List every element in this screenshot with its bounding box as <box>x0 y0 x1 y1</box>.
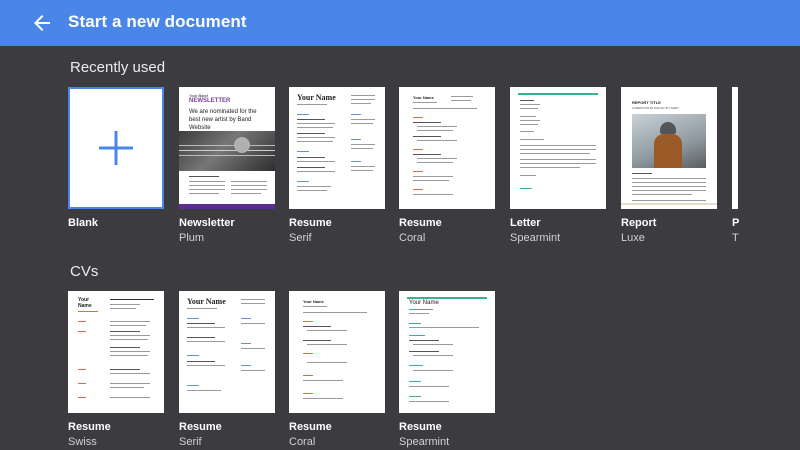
template-variant: Spearmint <box>399 436 450 448</box>
thumb-name: Your Name <box>413 95 434 100</box>
arrow-left-icon[interactable] <box>30 11 54 35</box>
template-name: Resume <box>68 421 111 433</box>
template-variant: Luxe <box>621 232 645 244</box>
thumb-title: REPORT TITLE <box>632 100 661 105</box>
template-thumbnail[interactable]: Your Name <box>399 291 495 413</box>
template-variant: Spearmint <box>510 232 561 244</box>
template-name: Resume <box>399 217 442 229</box>
plus-icon <box>99 131 133 165</box>
template-name: P <box>732 217 740 229</box>
page-title: Start a new document <box>68 12 247 31</box>
template-variant: Coral <box>399 232 426 244</box>
template-variant: T <box>732 232 739 244</box>
template-thumbnail[interactable]: Your Name <box>179 291 275 413</box>
template-variant: Coral <box>289 436 316 448</box>
thumb-name: Your Name <box>297 93 336 102</box>
section-heading-recent: Recently used <box>70 59 166 76</box>
template-variant: Plum <box>179 232 205 244</box>
template-name: Blank <box>68 217 98 229</box>
template-card-partial[interactable]: P T <box>732 87 800 252</box>
template-name: Resume <box>179 421 222 433</box>
template-thumbnail[interactable]: Your Name <box>399 87 495 209</box>
template-variant: Serif <box>289 232 312 244</box>
template-name: Resume <box>289 421 332 433</box>
template-name: Resume <box>399 421 442 433</box>
template-variant: Swiss <box>68 436 97 448</box>
template-name: Resume <box>289 217 332 229</box>
thumb-name: Your Name <box>187 297 226 306</box>
template-thumbnail[interactable]: Your Name <box>289 87 385 209</box>
template-thumbnail[interactable] <box>732 87 738 209</box>
template-name: Newsletter <box>179 217 235 229</box>
thumb-subtitle: LOREM IPSUM DOLOR SIT AMET <box>632 106 679 110</box>
template-name: Letter <box>510 217 541 229</box>
template-variant: Serif <box>179 436 202 448</box>
template-thumbnail[interactable] <box>68 87 164 209</box>
template-name: Report <box>621 217 657 229</box>
guitar-image <box>179 131 275 171</box>
template-thumbnail[interactable]: REPORT TITLE LOREM IPSUM DOLOR SIT AMET <box>621 87 717 209</box>
thumb-name: Your Name <box>409 300 439 306</box>
thumb-name-2: Name <box>78 303 92 309</box>
thumb-title: We are nominated for the best new artist… <box>189 109 257 131</box>
app-bar: Start a new document <box>0 0 800 46</box>
cover-photo <box>632 114 706 168</box>
thumb-name: Your Name <box>303 299 324 304</box>
template-thumbnail[interactable]: Your Band NEWSLETTER We are nominated fo… <box>179 87 275 209</box>
template-thumbnail[interactable]: Your Name <box>289 291 385 413</box>
template-thumbnail[interactable]: Your Name <box>68 291 164 413</box>
section-heading-cvs: CVs <box>70 263 99 280</box>
template-thumbnail[interactable] <box>510 87 606 209</box>
thumb-heading: NEWSLETTER <box>189 98 231 104</box>
